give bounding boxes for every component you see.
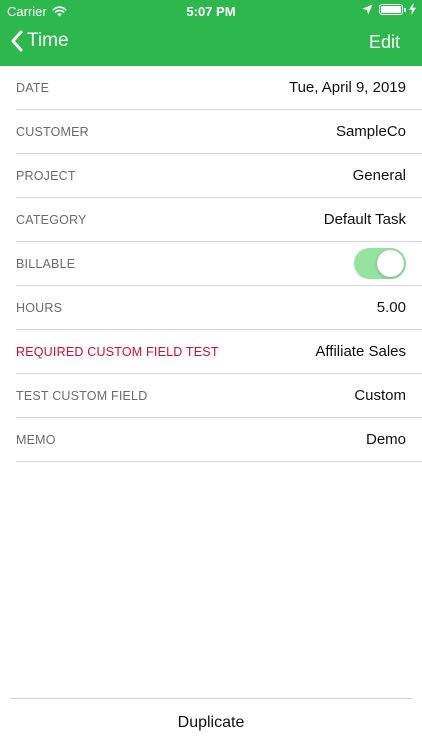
field-label: DATE <box>16 80 50 95</box>
time-entry-details: DATE Tue, April 9, 2019 CUSTOMER SampleC… <box>0 66 422 462</box>
field-row-required-custom: REQUIRED CUSTOM FIELD TEST Affiliate Sal… <box>16 330 422 374</box>
field-row-memo: MEMO Demo <box>16 418 422 462</box>
top-bar: Carrier 5:07 PM Time Edit <box>0 0 422 66</box>
field-label: PROJECT <box>16 168 76 183</box>
footer-divider <box>10 698 412 699</box>
billable-toggle[interactable] <box>354 248 406 279</box>
field-row-hours: HOURS 5.00 <box>16 286 422 330</box>
status-time: 5:07 PM <box>186 4 236 19</box>
status-right <box>362 3 416 15</box>
field-row-test-custom: TEST CUSTOM FIELD Custom <box>16 374 422 418</box>
field-label: BILLABLE <box>16 256 76 271</box>
edit-button[interactable]: Edit <box>369 32 400 53</box>
field-value: General <box>352 167 406 184</box>
back-button[interactable]: Time <box>10 30 69 52</box>
location-arrow-icon <box>362 4 373 14</box>
field-label: REQUIRED CUSTOM FIELD TEST <box>16 344 219 359</box>
battery-icon <box>379 3 406 15</box>
field-label: TEST CUSTOM FIELD <box>16 388 148 403</box>
field-value: Demo <box>365 431 406 448</box>
field-value: SampleCo <box>335 123 406 140</box>
status-bar: Carrier 5:07 PM <box>0 0 422 22</box>
toggle-knob <box>377 250 404 277</box>
charging-bolt-icon <box>409 3 416 15</box>
field-value: Affiliate Sales <box>315 343 406 360</box>
chevron-left-icon <box>11 30 23 52</box>
field-label: CUSTOMER <box>16 124 89 139</box>
field-label: MEMO <box>16 432 56 447</box>
back-button-label: Time <box>27 30 69 51</box>
duplicate-button[interactable]: Duplicate <box>0 714 422 732</box>
field-value: Tue, April 9, 2019 <box>288 79 406 96</box>
field-row-billable: BILLABLE <box>16 242 422 286</box>
nav-bar: Time Edit <box>0 22 422 66</box>
field-value: Default Task <box>323 211 406 228</box>
field-value: 5.00 <box>376 299 406 316</box>
field-row-project: PROJECT General <box>16 154 422 198</box>
field-label: HOURS <box>16 300 63 315</box>
field-row-customer: CUSTOMER SampleCo <box>16 110 422 154</box>
field-value: Custom <box>354 387 406 404</box>
field-row-category: CATEGORY Default Task <box>16 198 422 242</box>
field-row-date: DATE Tue, April 9, 2019 <box>16 66 422 110</box>
field-label: CATEGORY <box>16 212 87 227</box>
